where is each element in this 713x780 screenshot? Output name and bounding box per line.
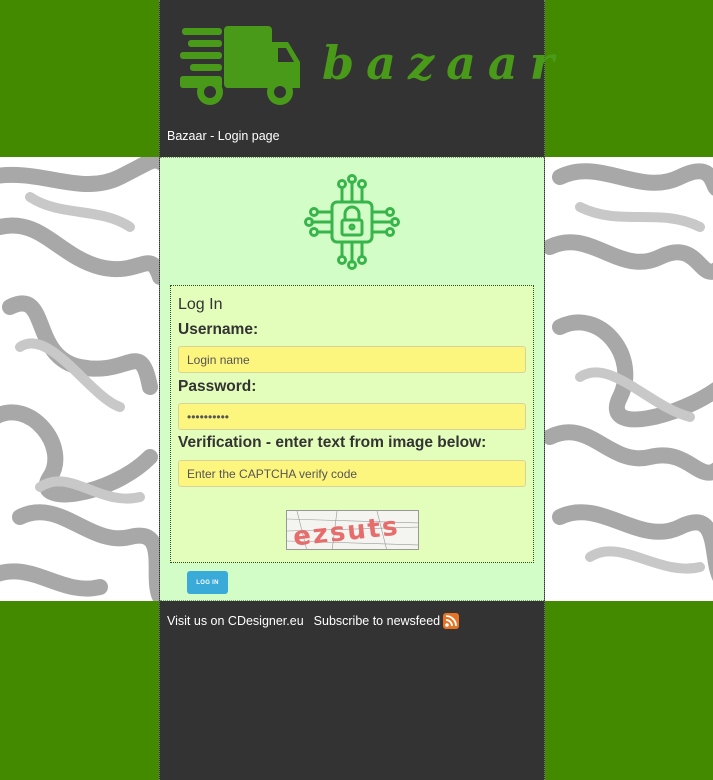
- captcha-input[interactable]: [178, 460, 526, 487]
- truck-logo-icon: [180, 26, 300, 105]
- main-column: bazaar Bazaar - Login page Log In Userna…: [159, 0, 554, 780]
- username-input[interactable]: [178, 346, 526, 373]
- visit-link[interactable]: Visit us on CDesigner.eu: [167, 614, 304, 628]
- login-button[interactable]: LOG IN: [187, 571, 228, 594]
- login-form: Log In Username: Password: Verification …: [170, 285, 534, 563]
- subscribe-link[interactable]: Subscribe to newsfeed: [314, 614, 440, 628]
- verification-label: Verification - enter text from image bel…: [178, 434, 487, 451]
- captcha-image: ezsuts: [286, 510, 419, 550]
- header: bazaar Bazaar - Login page: [160, 0, 554, 157]
- rss-icon[interactable]: [443, 613, 460, 629]
- username-label: Username:: [178, 321, 259, 338]
- login-content: Log In Username: Password: Verification …: [160, 157, 544, 601]
- login-legend: Log In: [178, 296, 223, 313]
- footer: Visit us on CDesigner.eu Subscribe to ne…: [167, 613, 460, 629]
- password-input[interactable]: [178, 403, 526, 430]
- security-chip-icon: [304, 174, 400, 270]
- password-label: Password:: [178, 378, 257, 395]
- page-title: Bazaar - Login page: [167, 129, 280, 143]
- logo-text: bazaar: [322, 36, 566, 90]
